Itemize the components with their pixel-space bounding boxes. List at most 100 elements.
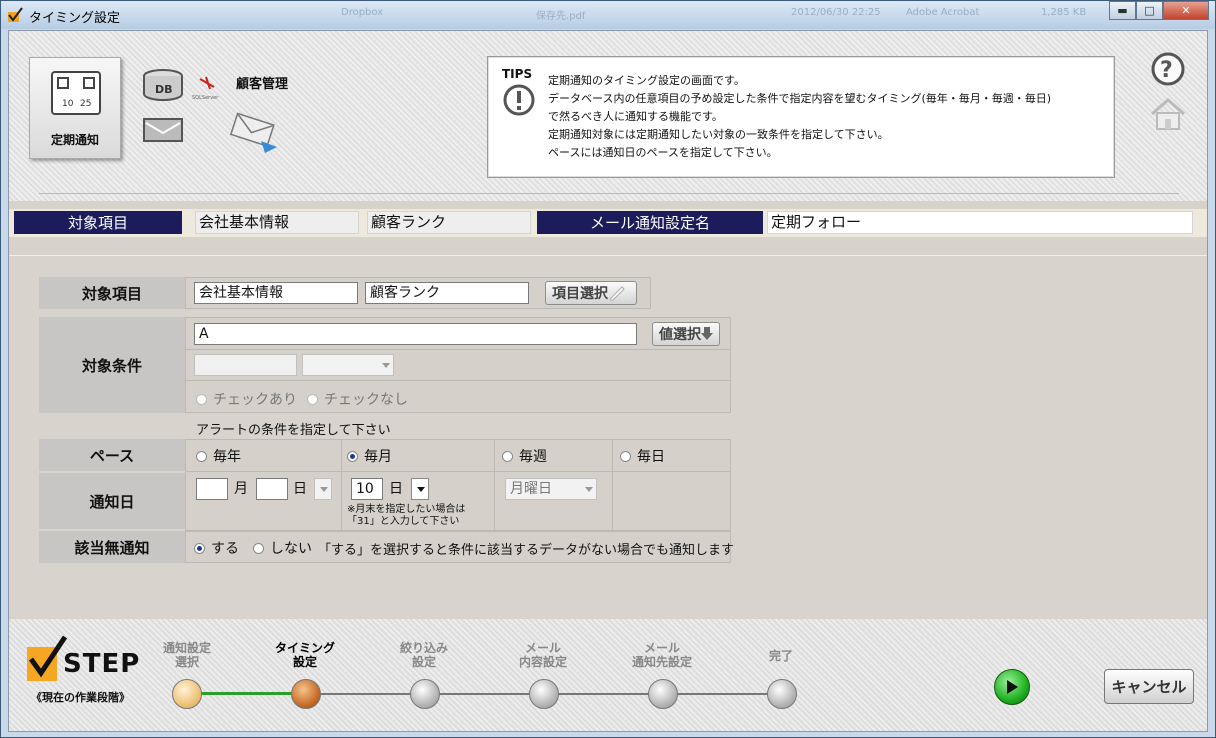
yearly-day-dropdown[interactable]: [314, 478, 332, 500]
mail-icon[interactable]: [142, 117, 184, 143]
chevron-down-icon: [585, 487, 593, 492]
no-match-yes-label: する: [211, 541, 239, 557]
grid-line: [612, 439, 613, 531]
step-label: タイミング 設定: [274, 641, 335, 669]
day-unit-label: 日: [293, 481, 307, 497]
maximize-button[interactable]: □: [1136, 1, 1163, 20]
cancel-button[interactable]: キャンセル: [1104, 669, 1194, 704]
tips-line: 定期通知のタイミング設定の画面です。: [548, 74, 745, 87]
monthly-day-field[interactable]: 10: [351, 478, 383, 500]
check-yes-radio[interactable]: チェックあり: [196, 389, 297, 409]
check-no-radio[interactable]: チェックなし: [307, 389, 408, 409]
close-button[interactable]: ✕: [1163, 1, 1209, 20]
step-label: 完了: [768, 649, 793, 663]
tips-line: 定期通知対象には定期通知したい対象の一致条件を指定して下さい。: [548, 128, 889, 141]
svg-text:25: 25: [80, 99, 91, 109]
radio-selected-icon: [347, 450, 358, 462]
pace-yearly-radio[interactable]: 毎年: [196, 446, 241, 466]
radio-circle-icon: [196, 450, 207, 462]
grid-line: [185, 380, 731, 381]
pace-monthly-radio[interactable]: 毎月: [347, 446, 392, 466]
summary-target-value-2: 顧客ランク: [367, 211, 531, 234]
tips-line: データベース内の任意項目の予め設定した条件で指定内容を望むタイミング(毎年・毎月…: [548, 92, 1052, 105]
summary-target-value-1: 会社基本情報: [195, 211, 359, 234]
tips-text: 定期通知のタイミング設定の画面です。 データベース内の任意項目の予め設定した条件…: [548, 72, 1051, 162]
radio-circle-icon: [620, 450, 631, 462]
pace-weekly-label: 毎週: [519, 449, 547, 465]
sqlserver-logo-icon: SQLServer: [192, 76, 219, 101]
background-tab: Adobe Acrobat: [906, 7, 980, 18]
background-tab: 2012/06/30 22:25: [791, 7, 881, 18]
value-select-button[interactable]: 値選択: [652, 322, 720, 346]
background-tab: 保存先.pdf: [536, 11, 586, 22]
client-area: 10 25 定期通知 DB SQLServer 顧客管理 TIPS 定期通知のタ…: [8, 30, 1208, 732]
step-label: メール 内容設定: [518, 641, 567, 669]
condition-label: 対象条件: [39, 317, 185, 413]
tips-label: TIPS: [502, 67, 533, 81]
grid-line: [341, 439, 342, 531]
help-icon[interactable]: ?: [1150, 51, 1186, 87]
step-footer: STEP 《現在の作業段階》 通知設定 選択 タイミング 設定 絞り込み 設定 メール…: [9, 619, 1207, 731]
step-subtitle: 《現在の作業段階》: [31, 691, 130, 704]
month-unit-label: 月: [234, 481, 248, 497]
target-item-field-2[interactable]: 顧客ランク: [365, 282, 529, 304]
pace-weekly-radio[interactable]: 毎週: [502, 446, 547, 466]
title-bar: タイミング設定 Dropbox 保存先.pdf 2012/06/30 22:25…: [1, 1, 1215, 29]
chevron-down-icon: [320, 487, 328, 492]
pencil-icon: [609, 286, 625, 301]
item-select-label: 項目選択: [552, 286, 608, 302]
header-divider: [39, 193, 1179, 194]
no-match-no-radio[interactable]: しない: [253, 538, 312, 558]
step-label: 絞り込み 設定: [399, 641, 448, 669]
yearly-month-field[interactable]: [196, 478, 228, 500]
pace-daily-radio[interactable]: 毎日: [620, 446, 665, 466]
month-end-note-2: 「31」と入力して下さい: [347, 516, 460, 527]
grid-line: [185, 471, 731, 472]
monthly-day-dropdown[interactable]: [411, 478, 429, 500]
value-select-label: 値選択: [659, 327, 701, 343]
step-node: [648, 679, 678, 709]
summary-mail-header: メール通知設定名: [537, 211, 763, 234]
check-no-label: チェックなし: [324, 392, 408, 408]
step-label: 通知設定 選択: [162, 641, 211, 669]
pace-yearly-label: 毎年: [213, 449, 241, 465]
weekday-select[interactable]: 月曜日: [505, 478, 597, 500]
svg-text:?: ?: [1160, 58, 1173, 83]
radio-circle-icon: [502, 450, 513, 462]
play-icon: [1007, 680, 1018, 694]
radio-circle-icon: [307, 393, 318, 405]
step-node: [410, 679, 440, 709]
weekday-value: 月曜日: [510, 481, 552, 497]
yearly-day-field[interactable]: [256, 478, 288, 500]
no-match-no-label: しない: [270, 541, 312, 557]
db-label: DB: [155, 83, 173, 96]
check-yes-label: チェックあり: [213, 392, 297, 408]
chevron-down-icon: [417, 487, 425, 492]
periodic-notify-label: 定期通知: [50, 133, 99, 147]
no-match-yes-radio[interactable]: する: [194, 538, 239, 558]
step-label: メール 通知先設定: [631, 641, 692, 669]
database-icon[interactable]: DB: [142, 69, 184, 101]
step-title: STEP: [63, 649, 141, 679]
step-node-current: [291, 679, 321, 709]
condition-operator-select[interactable]: [302, 354, 394, 376]
step-node-done: [172, 679, 202, 709]
pace-monthly-label: 毎月: [364, 449, 392, 465]
condition-sub-field[interactable]: [194, 354, 297, 376]
home-icon[interactable]: [1149, 97, 1187, 131]
window-title: タイミング設定: [29, 11, 121, 26]
item-select-button[interactable]: 項目選択: [545, 281, 637, 305]
target-item-field-1[interactable]: 会社基本情報: [194, 282, 358, 304]
background-tab: 1,285 KB: [1041, 7, 1087, 18]
chevron-down-icon: [382, 363, 390, 368]
timing-form: 対象項目 会社基本情報 顧客ランク 項目選択 対象条件 A 値選択 チェックあり…: [9, 255, 1207, 618]
next-button[interactable]: [994, 669, 1030, 705]
radio-circle-icon: [253, 542, 264, 554]
app-check-icon: [8, 7, 23, 22]
pace-daily-label: 毎日: [637, 449, 665, 465]
minimize-button[interactable]: ▬: [1109, 1, 1136, 20]
condition-value-field[interactable]: A: [194, 323, 637, 345]
send-mail-icon: [229, 112, 277, 153]
notify-day-label: 通知日: [39, 473, 185, 529]
periodic-notify-tile[interactable]: 10 25 定期通知: [29, 57, 121, 159]
